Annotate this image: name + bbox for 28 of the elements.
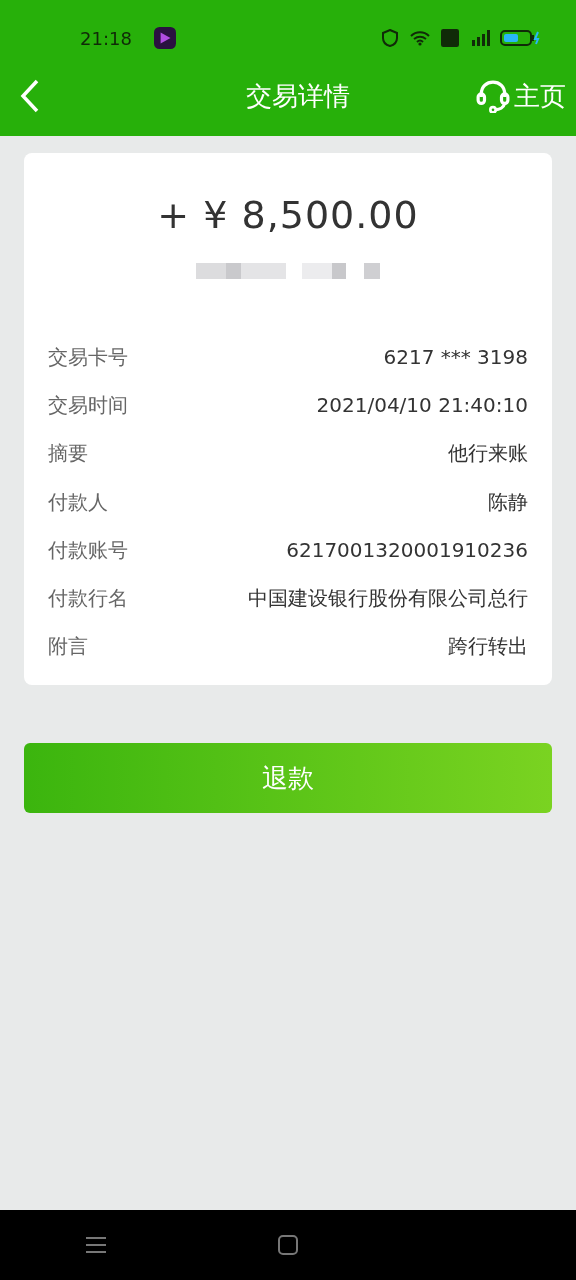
detail-value: 跨行转出 <box>448 633 528 661</box>
detail-value: 6217 *** 3198 <box>383 345 528 370</box>
shield-icon <box>380 29 400 47</box>
back-icon[interactable] <box>20 79 40 113</box>
detail-label: 付款人 <box>48 488 108 516</box>
detail-value: 2021/04/10 21:40:10 <box>316 393 528 418</box>
detail-label: 付款账号 <box>48 536 128 564</box>
status-time: 21:18 <box>80 27 132 49</box>
menu-icon[interactable] <box>86 1235 106 1255</box>
refund-button[interactable]: 退款 <box>24 743 552 814</box>
battery-icon <box>500 29 540 47</box>
wifi-icon <box>410 29 430 47</box>
amount: + ¥ 8,500.00 <box>157 193 419 237</box>
detail-label: 附言 <box>48 633 88 661</box>
detail-label: 付款行名 <box>48 585 128 613</box>
detail-value: 他行来账 <box>448 440 528 468</box>
page-title: 交易详情 <box>245 79 351 113</box>
app-icon <box>153 27 176 49</box>
signal-icon <box>470 29 490 47</box>
headset-icon <box>476 79 510 113</box>
detail-value: 6217001320001910236 <box>286 538 528 563</box>
detail-label: 交易时间 <box>48 391 128 419</box>
detail-value: 中国建设银行股份有限公司总行 <box>248 585 528 613</box>
home-button[interactable]: 主页 <box>476 78 566 114</box>
detail-label: 摘要 <box>48 440 88 468</box>
detail-value: 陈静 <box>488 488 528 516</box>
home-square-icon[interactable] <box>278 1235 298 1255</box>
detail-label: 交易卡号 <box>48 343 128 371</box>
